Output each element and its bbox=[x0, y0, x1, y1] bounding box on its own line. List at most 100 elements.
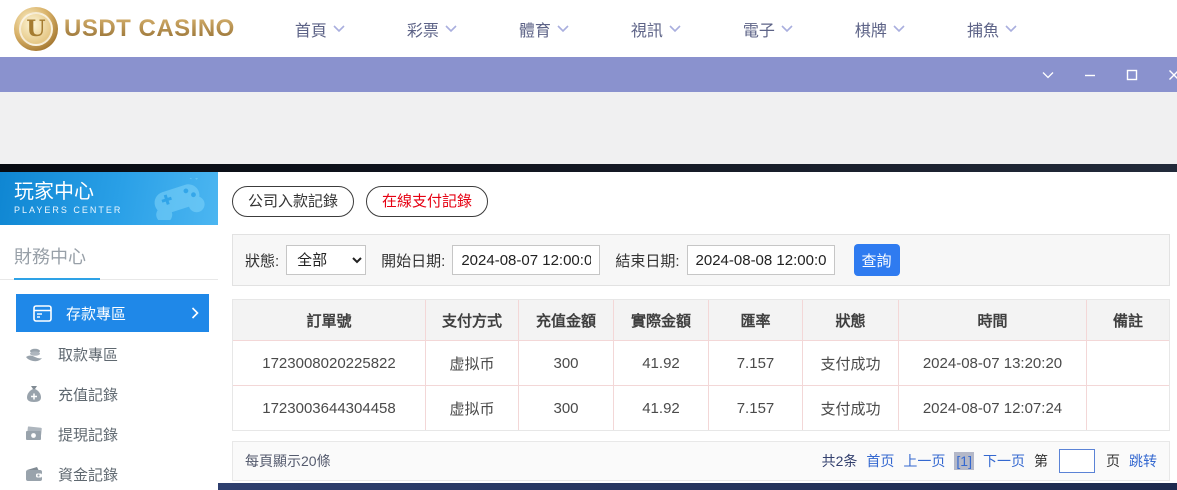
sidebar-item-label: 存款專區 bbox=[66, 303, 126, 324]
chevron-down-icon bbox=[669, 25, 681, 33]
col-header-rate: 匯率 bbox=[709, 300, 803, 340]
window-title-bar bbox=[0, 57, 1177, 92]
footer-strip bbox=[218, 483, 1177, 490]
chevron-down-icon bbox=[781, 25, 793, 33]
start-date-label: 開始日期: bbox=[381, 250, 445, 271]
main-nav: 首頁 彩票 體育 視訊 電子 棋牌 捕魚 bbox=[295, 17, 1017, 41]
col-header-order-no: 訂單號 bbox=[233, 300, 426, 340]
nav-item-sports[interactable]: 體育 bbox=[519, 17, 569, 41]
sidebar-item-label: 取款專區 bbox=[58, 344, 118, 365]
banknotes-icon bbox=[24, 424, 44, 444]
main-panel: 公司入款記錄 在線支付記錄 狀態: 全部 開始日期: 結束日期: 查詢 訂單號 … bbox=[218, 172, 1177, 490]
page-size-text: 每頁顯示20條 bbox=[245, 451, 331, 471]
sidebar-item-funds-record[interactable]: 資金記錄 bbox=[0, 454, 218, 490]
col-header-status: 狀態 bbox=[803, 300, 899, 340]
cell-order-no: 1723003644304458 bbox=[233, 386, 426, 430]
cell-method: 虚拟币 bbox=[426, 386, 519, 430]
dark-divider-strip bbox=[0, 164, 1177, 172]
col-header-actual: 實際金額 bbox=[614, 300, 709, 340]
window-maximize-icon[interactable] bbox=[1124, 67, 1140, 83]
sidebar-header: 玩家中心 PLAYERS CENTER bbox=[0, 172, 218, 225]
tab-online-payment-record[interactable]: 在線支付記錄 bbox=[366, 186, 488, 217]
cell-time: 2024-08-07 12:07:24 bbox=[899, 386, 1087, 430]
nav-item-lottery[interactable]: 彩票 bbox=[407, 17, 457, 41]
nav-item-video[interactable]: 視訊 bbox=[631, 17, 681, 41]
nav-item-slots[interactable]: 電子 bbox=[743, 17, 793, 41]
deposit-card-icon bbox=[32, 303, 52, 323]
gamepad-icon bbox=[146, 178, 208, 220]
nav-item-cards[interactable]: 棋牌 bbox=[855, 17, 905, 41]
chevron-down-icon bbox=[445, 25, 457, 33]
window-minimize-icon[interactable] bbox=[1082, 67, 1098, 83]
nav-label: 體育 bbox=[519, 17, 551, 41]
cell-rate: 7.157 bbox=[709, 386, 803, 430]
logo[interactable]: U USDT CASINO bbox=[14, 7, 235, 51]
col-header-remark: 備註 bbox=[1087, 300, 1169, 340]
cell-actual: 41.92 bbox=[614, 341, 709, 385]
start-date-input[interactable] bbox=[452, 245, 600, 275]
end-date-label: 結束日期: bbox=[615, 250, 679, 271]
cell-method: 虚拟币 bbox=[426, 341, 519, 385]
status-select[interactable]: 全部 bbox=[286, 245, 366, 275]
cell-amount: 300 bbox=[519, 341, 614, 385]
sidebar-item-label: 資金記錄 bbox=[58, 464, 118, 485]
jump-action-link[interactable]: 跳转 bbox=[1129, 451, 1157, 471]
end-date-input[interactable] bbox=[687, 245, 835, 275]
logo-text: USDT CASINO bbox=[64, 15, 235, 43]
nav-label: 首頁 bbox=[295, 17, 327, 41]
filter-bar: 狀態: 全部 開始日期: 結束日期: 查詢 bbox=[232, 234, 1170, 286]
jump-suffix-label: 页 bbox=[1106, 451, 1120, 471]
player-center-sidebar: 玩家中心 PLAYERS CENTER 財務中心 bbox=[0, 172, 218, 490]
cell-order-no: 1723008020225822 bbox=[233, 341, 426, 385]
sidebar-item-label: 提現記錄 bbox=[58, 424, 118, 445]
top-header: U USDT CASINO 首頁 彩票 體育 視訊 電子 棋牌 捕魚 bbox=[0, 0, 1177, 57]
col-header-amount: 充值金額 bbox=[519, 300, 614, 340]
cell-status: 支付成功 bbox=[803, 341, 899, 385]
sidebar-item-withdraw-record[interactable]: 提現記錄 bbox=[0, 414, 218, 454]
sidebar-item-recharge-record[interactable]: 充值記錄 bbox=[0, 374, 218, 414]
table-row: 1723008020225822 虚拟币 300 41.92 7.157 支付成… bbox=[233, 340, 1169, 385]
page-jump-input[interactable] bbox=[1059, 449, 1095, 473]
window-close-icon[interactable] bbox=[1166, 67, 1177, 83]
sidebar-divider bbox=[0, 279, 218, 280]
cell-amount: 300 bbox=[519, 386, 614, 430]
nav-item-fishing[interactable]: 捕魚 bbox=[967, 17, 1017, 41]
payment-records-table: 訂單號 支付方式 充值金額 實際金額 匯率 狀態 時間 備註 172300802… bbox=[232, 299, 1170, 431]
cell-remark bbox=[1087, 341, 1169, 385]
record-tabs: 公司入款記錄 在線支付記錄 bbox=[232, 186, 1170, 217]
cell-actual: 41.92 bbox=[614, 386, 709, 430]
coin-letter: U bbox=[26, 16, 45, 42]
sidebar-item-deposit[interactable]: 存款專區 bbox=[16, 294, 209, 332]
nav-label: 視訊 bbox=[631, 17, 663, 41]
page-background-gap bbox=[0, 92, 1177, 164]
hand-money-icon bbox=[24, 344, 44, 364]
coin-logo-icon: U bbox=[14, 7, 58, 51]
chevron-down-icon bbox=[893, 25, 905, 33]
next-page-link[interactable]: 下一页 bbox=[983, 451, 1025, 471]
status-label: 狀態: bbox=[245, 250, 279, 271]
prev-page-link[interactable]: 上一页 bbox=[903, 451, 945, 471]
jump-prefix-label: 第 bbox=[1034, 451, 1048, 471]
sidebar-section-title: 財務中心 bbox=[0, 225, 218, 279]
nav-item-home[interactable]: 首頁 bbox=[295, 17, 345, 41]
nav-label: 電子 bbox=[743, 17, 775, 41]
tab-company-deposit-record[interactable]: 公司入款記錄 bbox=[232, 186, 354, 217]
nav-label: 棋牌 bbox=[855, 17, 887, 41]
cell-status: 支付成功 bbox=[803, 386, 899, 430]
content-area: 玩家中心 PLAYERS CENTER 財務中心 bbox=[0, 172, 1177, 490]
first-page-link[interactable]: 首页 bbox=[866, 451, 894, 471]
cell-rate: 7.157 bbox=[709, 341, 803, 385]
wallet-icon bbox=[24, 464, 44, 484]
cell-remark bbox=[1087, 386, 1169, 430]
sidebar-item-label: 充值記錄 bbox=[58, 384, 118, 405]
sidebar-menu: 存款專區 取款專區 充值記錄 bbox=[0, 294, 218, 490]
window-dropdown-icon[interactable] bbox=[1040, 67, 1056, 83]
query-button[interactable]: 查詢 bbox=[854, 244, 900, 276]
current-page-indicator: [1] bbox=[954, 452, 974, 470]
chevron-right-icon bbox=[191, 307, 199, 319]
pager: 共2条 首页 上一页 [1] 下一页 第 页 跳转 bbox=[822, 449, 1157, 473]
cell-time: 2024-08-07 13:20:20 bbox=[899, 341, 1087, 385]
sidebar-item-withdraw[interactable]: 取款專區 bbox=[0, 334, 218, 374]
chevron-down-icon bbox=[557, 25, 569, 33]
table-header-row: 訂單號 支付方式 充值金額 實際金額 匯率 狀態 時間 備註 bbox=[233, 300, 1169, 340]
